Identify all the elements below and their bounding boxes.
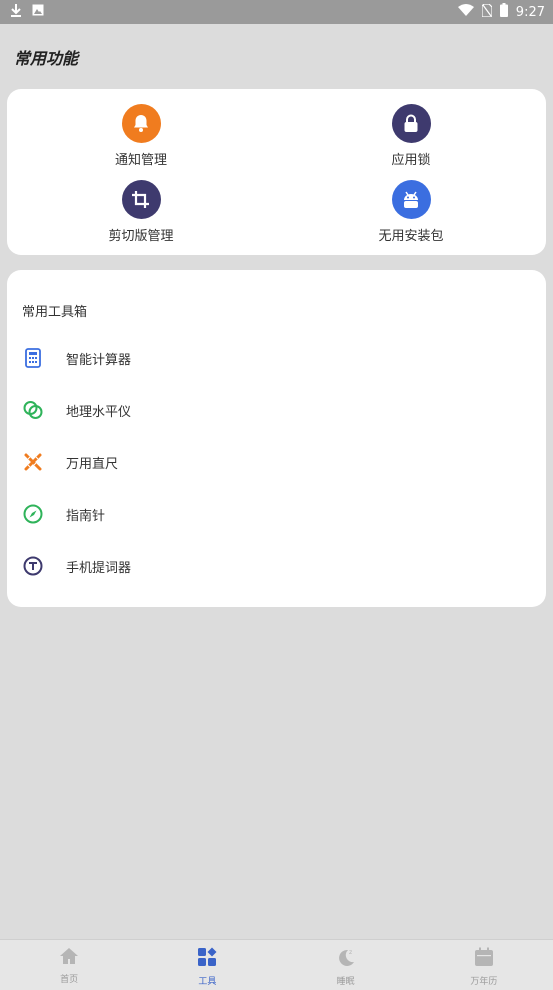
tool-level[interactable]: 地理水平仪 [22,398,131,422]
bell-icon [121,104,161,143]
tool-calculator[interactable]: 智能计算器 [22,346,131,370]
calculator-icon [22,347,44,369]
wifi-icon [457,4,474,20]
download-icon [10,3,22,21]
svg-text:z: z [349,949,352,956]
status-bar: 9:27 [0,0,553,24]
nav-label: 工具 [198,977,217,987]
status-time: 9:27 [515,4,545,20]
nav-label: 首页 [60,975,79,985]
function-label: 剪切版管理 [108,229,174,244]
tool-label: 手机提词器 [66,560,132,576]
nav-tools[interactable]: 工具 [138,940,276,990]
nav-calendar[interactable]: 万年历 [415,940,553,990]
tool-label: 万用直尺 [66,456,119,472]
tool-teleprompter[interactable]: 手机提词器 [22,554,131,578]
function-label: 无用安装包 [378,229,444,244]
function-notification-manager[interactable]: 通知管理 [71,104,211,168]
calendar-icon [474,947,494,971]
tool-label: 地理水平仪 [66,404,132,420]
crop-icon [121,180,161,219]
function-useless-packages[interactable]: 无用安装包 [341,180,481,244]
android-icon [391,180,431,219]
battery-icon [499,3,508,21]
function-app-lock[interactable]: 应用锁 [341,104,481,168]
image-icon [32,4,44,20]
tool-ruler[interactable]: 万用直尺 [22,450,118,474]
moon-icon: z [336,947,356,971]
function-label: 通知管理 [114,153,167,168]
compass-icon [22,503,44,525]
tools-icon [197,947,217,971]
lock-icon [391,104,431,143]
page-title: 常用功能 [14,49,79,68]
tool-label: 指南针 [66,508,106,524]
toolbox-card: 常用工具箱 智能计算器 地理水平仪 万用直尺 指南针 手机提词器 [7,270,546,607]
nav-home[interactable]: 首页 [0,940,138,990]
nav-label: 睡眠 [336,977,355,987]
function-label: 应用锁 [391,153,431,168]
tool-label: 智能计算器 [66,352,132,368]
functions-card: 通知管理 应用锁 剪切版管理 无用安装包 [7,89,546,255]
bottom-navigation: 首页 工具 z 睡眠 万年历 [0,939,553,990]
ruler-icon [22,451,44,473]
function-clipboard-manager[interactable]: 剪切版管理 [71,180,211,244]
nav-label: 万年历 [470,977,498,987]
toolbox-title: 常用工具箱 [22,305,88,320]
tool-compass[interactable]: 指南针 [22,502,105,526]
nav-sleep[interactable]: z 睡眠 [277,940,415,990]
teleprompter-icon [22,555,44,577]
no-sim-icon [481,2,493,21]
level-icon [22,399,44,421]
home-icon [59,947,79,969]
